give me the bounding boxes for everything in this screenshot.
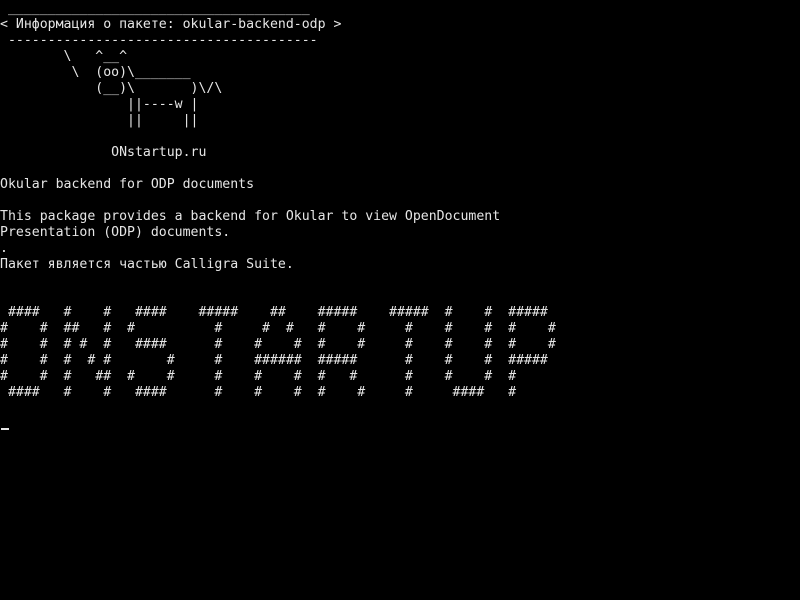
ascii-banner-line-2: # # ## # # # # # # # # # # # # bbox=[0, 321, 556, 336]
ascii-cow-line-5: || || bbox=[0, 113, 199, 128]
package-description-line-1: This package provides a backend for Okul… bbox=[0, 209, 501, 224]
ascii-banner-line-3: # # # # # #### # # # # # # # # # # bbox=[0, 337, 556, 352]
cowsay-top-border: ______________________________________ bbox=[0, 1, 310, 16]
package-summary: Okular backend for ODP documents bbox=[0, 177, 255, 192]
prompt-line[interactable] bbox=[0, 401, 800, 417]
ascii-cow-line-3: (__)\ )\/\ bbox=[0, 81, 223, 96]
package-info-title: < Информация о пакете: okular-backend-od… bbox=[0, 17, 342, 32]
package-description-separator: . bbox=[0, 241, 8, 256]
text-cursor bbox=[1, 428, 9, 430]
package-suite-note: Пакет является частью Calligra Suite. bbox=[0, 257, 294, 272]
package-description-line-2: Presentation (ODP) documents. bbox=[0, 225, 231, 240]
site-name: ONstartup.ru bbox=[0, 145, 207, 160]
cowsay-bottom-border: --------------------------------------- bbox=[0, 33, 318, 48]
ascii-banner-line-6: #### # # #### # # # # # # #### # bbox=[0, 385, 517, 400]
ascii-cow-line-2: \ (oo)\_______ bbox=[0, 65, 191, 80]
ascii-cow-line-1: \ ^__^ bbox=[0, 49, 128, 64]
ascii-cow-line-4: ||----w | bbox=[0, 97, 199, 112]
terminal-screen[interactable]: ______________________________________ <… bbox=[0, 0, 800, 600]
ascii-banner-line-4: # # # # # # # ###### ##### # # # ##### bbox=[0, 353, 548, 368]
ascii-banner-line-1: #### # # #### ##### ## ##### ##### # # #… bbox=[0, 305, 548, 320]
ascii-banner-line-5: # # # ## # # # # # # # # # # # bbox=[0, 369, 517, 384]
